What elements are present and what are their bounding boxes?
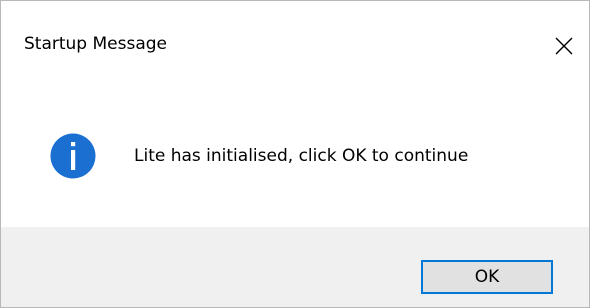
title-bar: Startup Message [1, 1, 589, 91]
ok-button[interactable]: OK [421, 260, 553, 294]
startup-dialog: Startup Message Lite has initialised, cl… [0, 0, 590, 308]
dialog-title: Startup Message [24, 34, 168, 54]
dialog-footer: OK [1, 227, 589, 307]
dialog-body: Lite has initialised, click OK to contin… [1, 91, 589, 227]
info-icon [50, 133, 96, 179]
close-icon [555, 37, 573, 55]
message-text: Lite has initialised, click OK to contin… [134, 146, 469, 166]
close-button[interactable] [539, 23, 589, 69]
